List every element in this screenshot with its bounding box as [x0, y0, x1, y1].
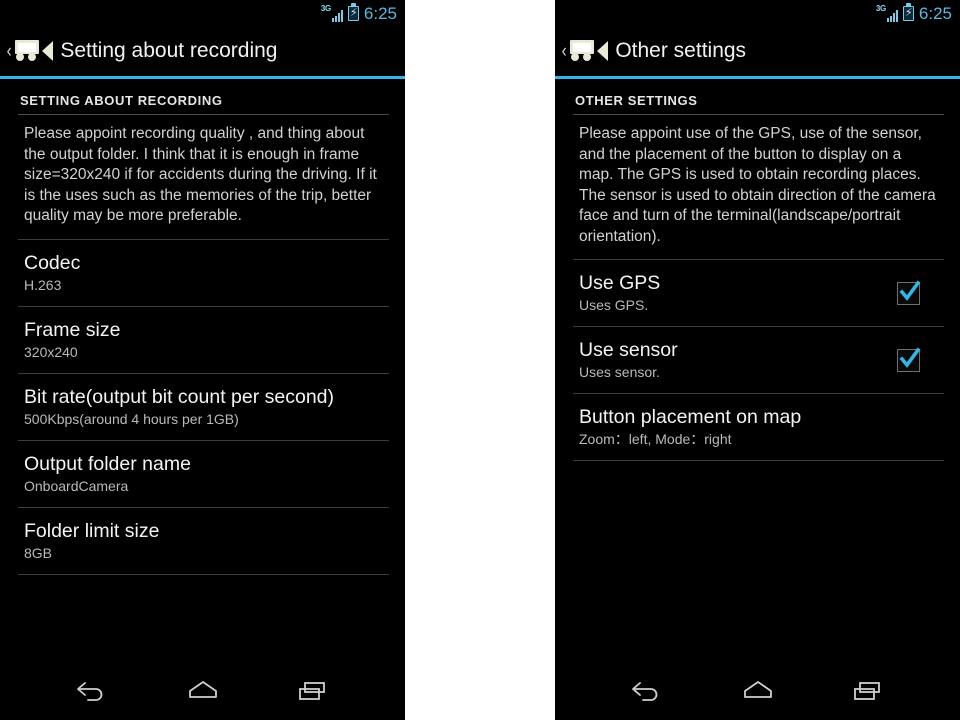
- back-icon[interactable]: [60, 670, 124, 710]
- pref-summary: Uses sensor.: [579, 364, 660, 380]
- section-header: SETTING ABOUT RECORDING: [0, 79, 405, 114]
- pref-summary: 320x240: [24, 343, 78, 360]
- dashcam-icon: [13, 40, 41, 62]
- pref-title: Use sensor: [579, 339, 678, 361]
- use-sensor-checkbox[interactable]: [897, 346, 921, 372]
- section-description-text: Please appoint use of the GPS, use of th…: [579, 125, 936, 245]
- up-affordance-triangle-icon: [42, 41, 54, 61]
- signal-icon: 3G: [876, 4, 898, 22]
- settings-list: SETTING ABOUT RECORDING Please appoint r…: [0, 79, 405, 660]
- pref-title: Codec: [24, 251, 81, 274]
- pref-frame-size[interactable]: Frame size 320x240: [0, 307, 405, 373]
- pref-title: Output folder name: [24, 452, 191, 475]
- divider: [573, 460, 944, 461]
- page-title: Setting about recording: [60, 39, 278, 62]
- section-description: Please appoint use of the GPS, use of th…: [555, 115, 960, 259]
- home-icon[interactable]: [726, 670, 790, 710]
- pref-folder-limit-size[interactable]: Folder limit size 8GB: [0, 508, 405, 574]
- pref-title: Folder limit size: [24, 519, 160, 542]
- pref-title: Bit rate(output bit count per second): [24, 385, 335, 408]
- pref-summary: 500Kbps(around 4 hours per 1GB): [24, 410, 239, 427]
- battery-charging-icon: ⚡: [902, 3, 914, 21]
- network-type-label: 3G: [320, 4, 331, 13]
- status-bar-clock: 6:25: [918, 4, 952, 23]
- back-chevron-icon[interactable]: ‹: [7, 42, 12, 61]
- section-header: OTHER SETTINGS: [555, 79, 960, 114]
- signal-icon: 3G: [321, 4, 343, 22]
- dashcam-icon: [568, 40, 596, 62]
- pref-bit-rate[interactable]: Bit rate(output bit count per second) 50…: [0, 374, 405, 440]
- divider: [18, 573, 389, 575]
- section-header-label: SETTING ABOUT RECORDING: [20, 93, 223, 108]
- section-description-text: Please appoint recording quality , and t…: [24, 125, 377, 224]
- status-bar-clock: 6:25: [363, 4, 397, 23]
- pref-summary: H.263: [24, 276, 62, 293]
- recents-icon[interactable]: [837, 670, 901, 710]
- pref-summary: Uses GPS.: [579, 297, 649, 313]
- pref-use-gps[interactable]: Use GPS Uses GPS.: [555, 260, 960, 326]
- action-bar[interactable]: ‹ Setting about recording: [0, 26, 405, 76]
- navigation-bar: [555, 660, 960, 720]
- signal-bars-icon: [331, 9, 343, 22]
- phone-screen-other-settings: 3G ⚡ 6:25 ‹ Other settings OTHER SETTING…: [555, 0, 960, 720]
- status-bar-icons: 3G ⚡ 6:25: [876, 3, 952, 23]
- back-chevron-icon[interactable]: ‹: [562, 42, 567, 61]
- phone-screen-recording-settings: 3G ⚡ 6:25 ‹ Setting about recording SETT…: [0, 0, 405, 720]
- pref-summary: Zoom：left, Mode：right: [579, 431, 732, 447]
- back-icon[interactable]: [615, 670, 679, 710]
- navigation-bar: [0, 660, 405, 720]
- recents-icon[interactable]: [282, 670, 346, 710]
- battery-charging-icon: ⚡: [347, 3, 359, 21]
- pref-button-placement-on-map[interactable]: Button placement on map Zoom：left, Mode：…: [555, 394, 960, 460]
- screenshot-root: 3G ⚡ 6:25 ‹ Setting about recording SETT…: [0, 0, 960, 720]
- up-affordance-triangle-icon: [597, 41, 609, 61]
- pref-codec[interactable]: Codec H.263: [0, 240, 405, 306]
- pref-summary: 8GB: [24, 544, 53, 561]
- section-header-label: OTHER SETTINGS: [575, 93, 698, 108]
- settings-list: OTHER SETTINGS Please appoint use of the…: [555, 79, 960, 660]
- home-icon[interactable]: [171, 670, 235, 710]
- pref-title: Button placement on map: [579, 406, 802, 428]
- status-bar-icons: 3G ⚡ 6:25: [321, 3, 397, 23]
- status-bar: 3G ⚡ 6:25: [555, 0, 960, 26]
- pref-use-sensor[interactable]: Use sensor Uses sensor.: [555, 327, 960, 393]
- use-gps-checkbox[interactable]: [897, 279, 921, 305]
- page-title: Other settings: [615, 39, 747, 62]
- pref-title: Use GPS: [579, 272, 661, 294]
- pref-output-folder-name[interactable]: Output folder name OnboardCamera: [0, 441, 405, 507]
- network-type-label: 3G: [875, 4, 886, 13]
- pref-title: Frame size: [24, 318, 121, 341]
- section-description: Please appoint recording quality , and t…: [0, 115, 405, 239]
- pref-summary: OnboardCamera: [24, 477, 129, 494]
- action-bar[interactable]: ‹ Other settings: [555, 26, 960, 76]
- status-bar: 3G ⚡ 6:25: [0, 0, 405, 26]
- signal-bars-icon: [886, 9, 898, 22]
